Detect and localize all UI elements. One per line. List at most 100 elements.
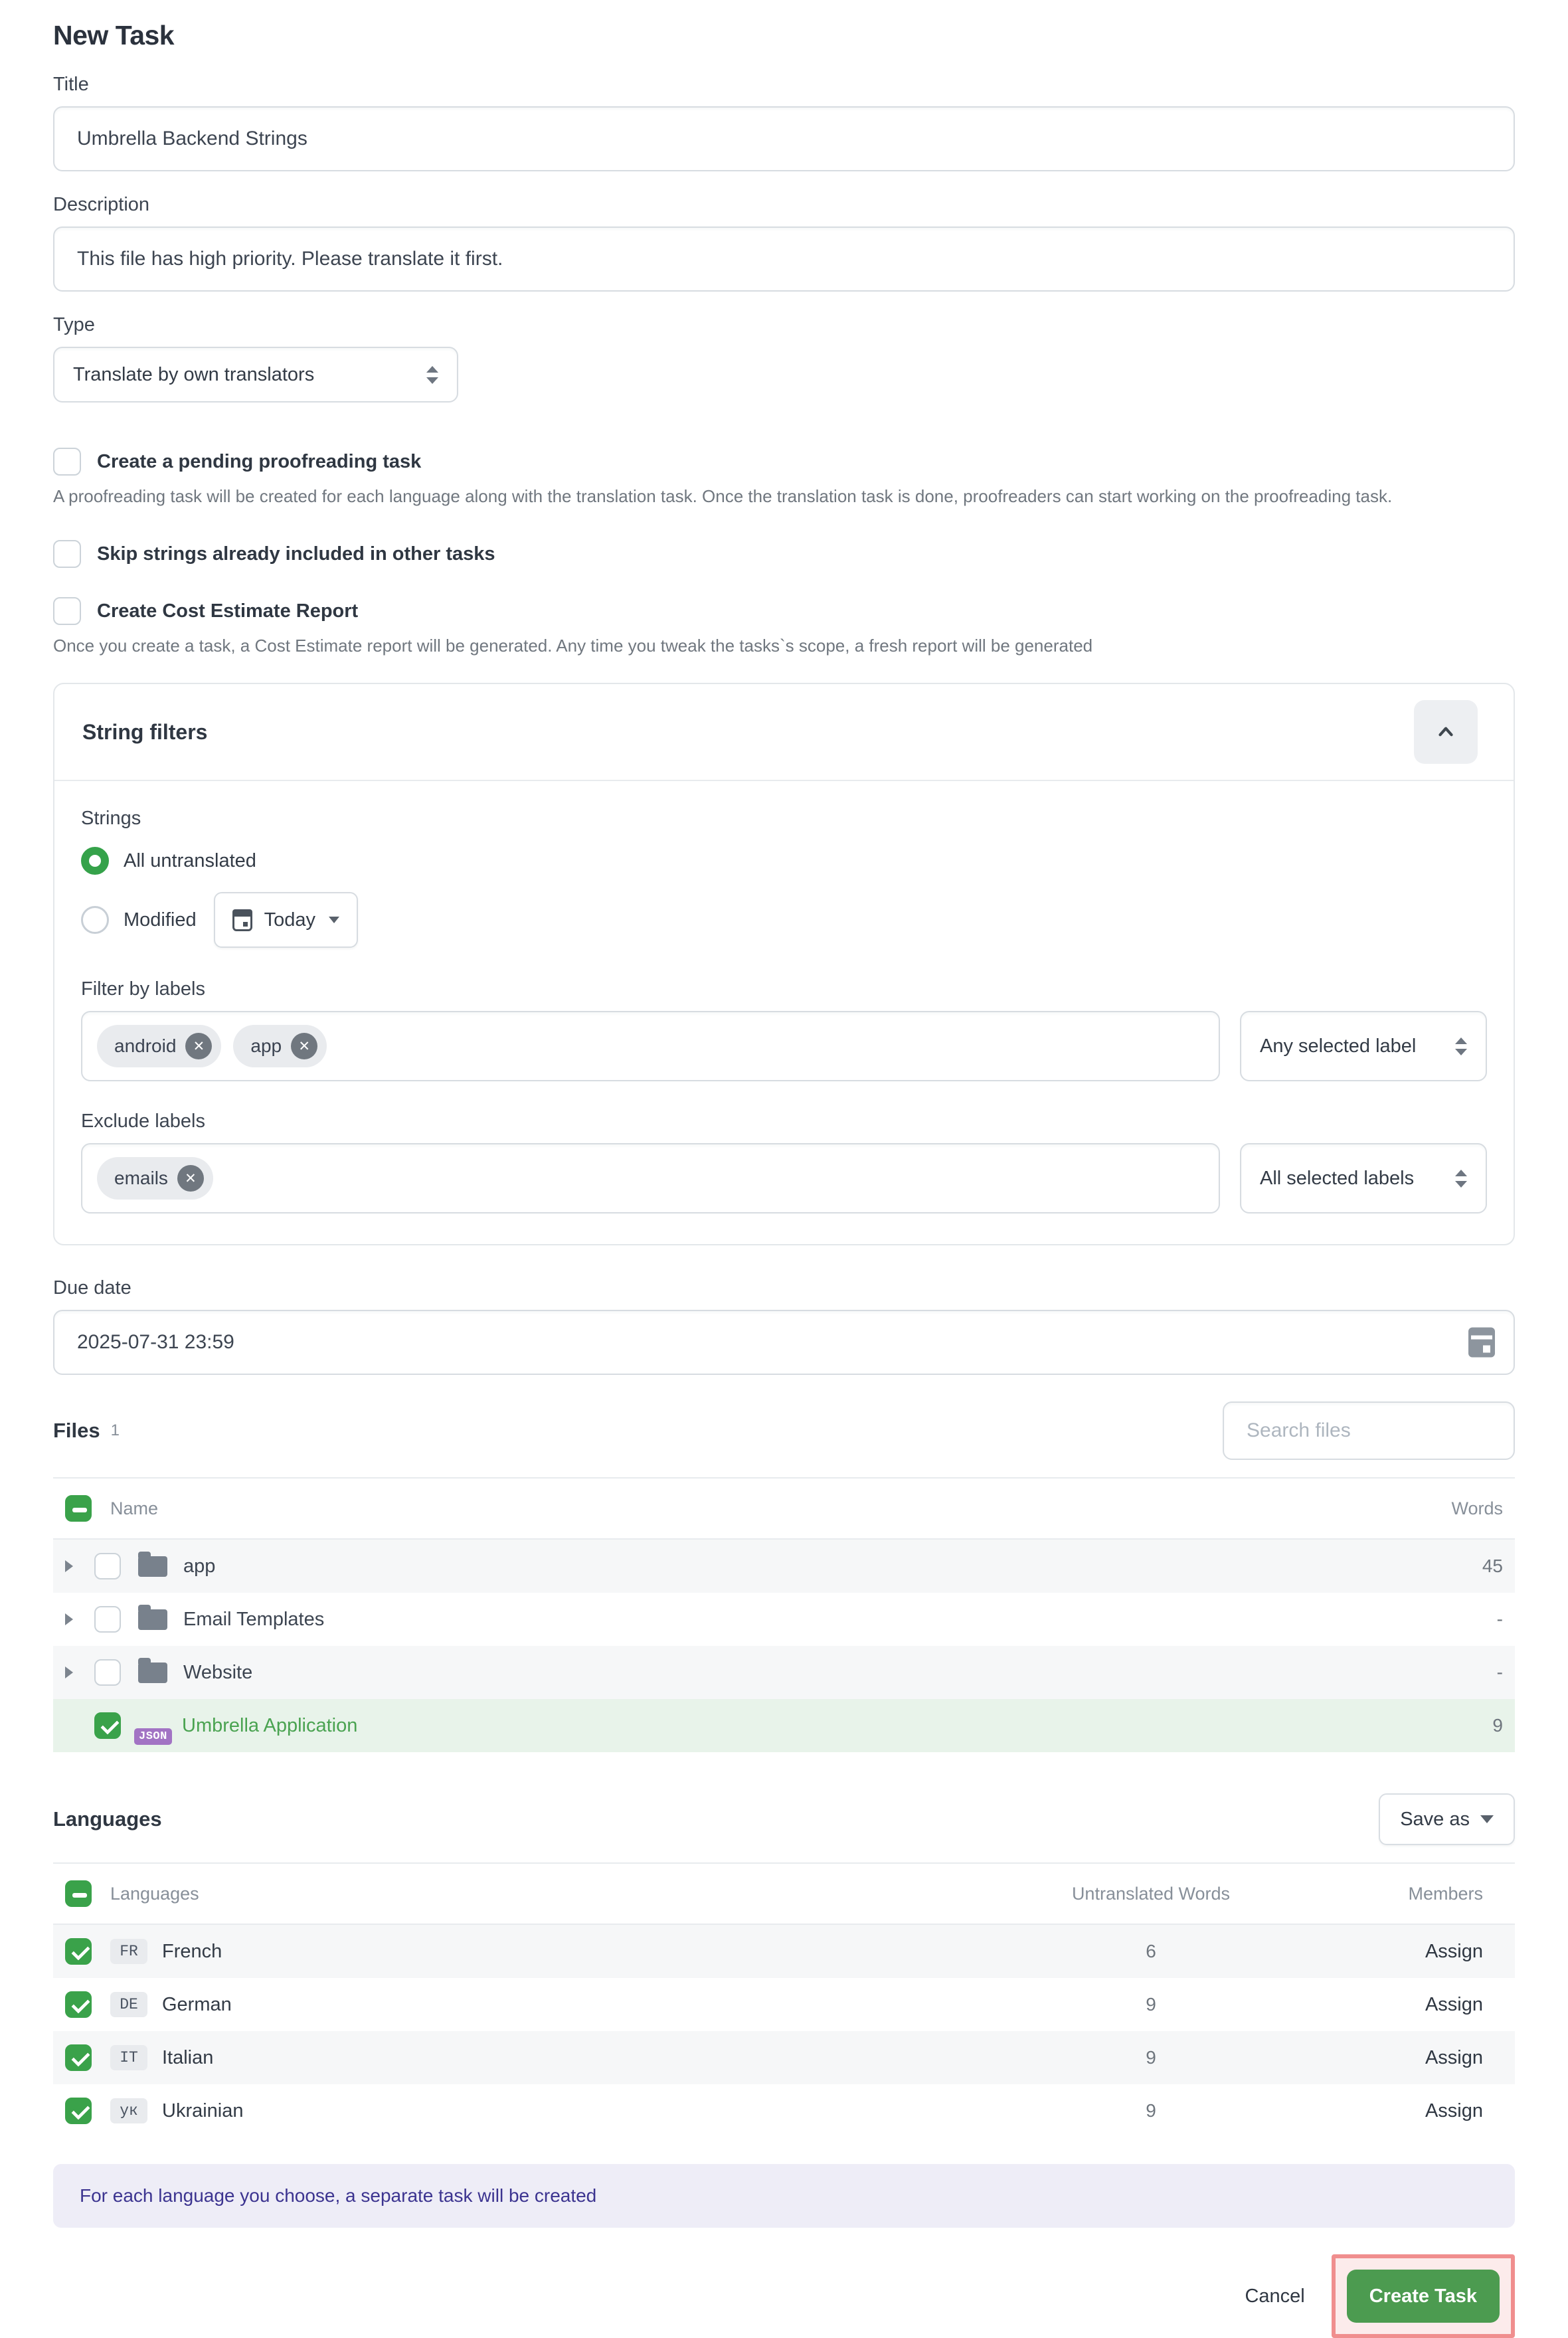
calendar-icon <box>232 909 252 931</box>
folder-icon <box>138 1609 167 1630</box>
language-checkbox[interactable] <box>65 1991 92 2018</box>
label-chip-android[interactable]: android ✕ <box>97 1025 221 1067</box>
assign-link[interactable]: Assign <box>1304 2047 1503 2069</box>
untranslated-words-column-header: Untranslated Words <box>998 1884 1304 1904</box>
select-caret-icon <box>1455 1037 1467 1055</box>
file-row-app[interactable]: app 45 <box>53 1540 1515 1593</box>
highlight-box: Create Task <box>1332 2254 1515 2338</box>
exclude-labels-input[interactable]: emails ✕ <box>81 1143 1220 1214</box>
all-untranslated-radio[interactable] <box>81 847 109 875</box>
file-name: Umbrella Application <box>182 1715 1492 1737</box>
save-as-label: Save as <box>1400 1809 1470 1831</box>
json-badge: JSON <box>134 1728 172 1745</box>
exclude-labels-mode-value: All selected labels <box>1260 1168 1414 1190</box>
modified-radio[interactable] <box>81 906 109 934</box>
modified-radio-row[interactable]: Modified Today <box>81 892 1487 948</box>
cost-estimate-helper-text: Once you create a task, a Cost Estimate … <box>53 636 1515 656</box>
remove-chip-icon[interactable]: ✕ <box>291 1033 317 1059</box>
exclude-labels-label: Exclude labels <box>81 1111 1487 1132</box>
chip-text: android <box>114 1035 176 1057</box>
remove-chip-icon[interactable]: ✕ <box>177 1165 204 1192</box>
calendar-icon[interactable] <box>1468 1328 1495 1358</box>
strings-label: Strings <box>81 808 1487 830</box>
exclude-labels-mode-select[interactable]: All selected labels <box>1240 1143 1487 1214</box>
skip-strings-checkbox-label: Skip strings already included in other t… <box>97 543 495 565</box>
label-chip-emails[interactable]: emails ✕ <box>97 1157 213 1200</box>
file-row-umbrella-application[interactable]: JSON Umbrella Application 9 <box>53 1699 1515 1752</box>
language-row-german[interactable]: DE German 9 Assign <box>53 1978 1515 2031</box>
new-task-form: New Task Title Description Type Translat… <box>53 0 1515 2338</box>
file-name: Email Templates <box>183 1609 1497 1631</box>
all-untranslated-radio-row[interactable]: All untranslated <box>81 847 1487 875</box>
language-name: German <box>162 1994 232 2016</box>
file-checkbox[interactable] <box>94 1606 121 1633</box>
untranslated-count: 9 <box>998 2100 1304 2121</box>
select-caret-icon <box>1455 1170 1467 1188</box>
language-row-ukrainian[interactable]: ук Ukrainian 9 Assign <box>53 2084 1515 2137</box>
assign-link[interactable]: Assign <box>1304 2100 1503 2122</box>
filter-labels-input[interactable]: android ✕ app ✕ <box>81 1011 1220 1081</box>
search-files-input[interactable] <box>1223 1401 1515 1460</box>
due-date-input[interactable] <box>53 1310 1515 1375</box>
string-filters-header: String filters <box>54 684 1514 781</box>
file-checkbox[interactable] <box>94 1659 121 1686</box>
file-checkbox[interactable] <box>94 1712 121 1739</box>
cost-estimate-checkbox-row[interactable]: Create Cost Estimate Report <box>53 597 1515 625</box>
type-select[interactable]: Translate by own translators <box>53 347 458 403</box>
file-row-email-templates[interactable]: Email Templates - <box>53 1593 1515 1646</box>
language-row-italian[interactable]: IT Italian 9 Assign <box>53 2031 1515 2084</box>
modified-range-button[interactable]: Today <box>214 892 358 948</box>
languages-table: Languages Untranslated Words Members FR … <box>53 1862 1515 2137</box>
proofreading-checkbox-row[interactable]: Create a pending proofreading task <box>53 448 1515 476</box>
save-as-button[interactable]: Save as <box>1379 1793 1515 1845</box>
untranslated-count: 9 <box>998 1994 1304 2015</box>
untranslated-count: 9 <box>998 2047 1304 2068</box>
language-name: Ukrainian <box>162 2100 244 2122</box>
language-code-badge: DE <box>110 1992 147 2017</box>
chevron-right-icon[interactable] <box>65 1560 73 1572</box>
language-code-badge: ук <box>110 2098 147 2123</box>
members-column-header: Members <box>1304 1884 1503 1904</box>
file-row-website[interactable]: Website - <box>53 1646 1515 1699</box>
files-count-badge: 1 <box>111 1421 120 1440</box>
file-words: 9 <box>1492 1715 1503 1736</box>
assign-link[interactable]: Assign <box>1304 1994 1503 2016</box>
proofreading-checkbox[interactable] <box>53 448 81 476</box>
proofreading-checkbox-label: Create a pending proofreading task <box>97 451 421 473</box>
language-checkbox[interactable] <box>65 1938 92 1965</box>
skip-strings-checkbox[interactable] <box>53 540 81 568</box>
folder-icon <box>138 1663 167 1683</box>
language-code-badge: FR <box>110 1939 147 1964</box>
proofreading-helper-text: A proofreading task will be created for … <box>53 486 1515 507</box>
select-all-files-checkbox[interactable] <box>65 1495 92 1522</box>
caret-down-icon <box>329 917 339 923</box>
select-all-languages-checkbox[interactable] <box>65 1880 92 1907</box>
skip-strings-checkbox-row[interactable]: Skip strings already included in other t… <box>53 540 1515 568</box>
filter-by-labels-label: Filter by labels <box>81 978 1487 1000</box>
description-input[interactable] <box>53 226 1515 292</box>
file-checkbox[interactable] <box>94 1553 121 1579</box>
chevron-right-icon[interactable] <box>65 1666 73 1678</box>
collapse-button[interactable] <box>1414 700 1478 764</box>
language-checkbox[interactable] <box>65 2044 92 2071</box>
chip-text: emails <box>114 1168 168 1189</box>
remove-chip-icon[interactable]: ✕ <box>185 1033 212 1059</box>
language-name: French <box>162 1941 222 1963</box>
language-row-french[interactable]: FR French 6 Assign <box>53 1925 1515 1978</box>
file-name: app <box>183 1556 1482 1577</box>
languages-note: For each language you choose, a separate… <box>53 2164 1515 2228</box>
language-checkbox[interactable] <box>65 2098 92 2124</box>
file-name: Website <box>183 1662 1497 1684</box>
title-input[interactable] <box>53 106 1515 171</box>
chevron-right-icon[interactable] <box>65 1613 73 1625</box>
file-words: 45 <box>1482 1556 1503 1577</box>
assign-link[interactable]: Assign <box>1304 1941 1503 1963</box>
select-caret-icon <box>426 366 438 384</box>
cancel-button[interactable]: Cancel <box>1245 2286 1304 2307</box>
untranslated-count: 6 <box>998 1941 1304 1962</box>
caret-down-icon <box>1480 1815 1494 1823</box>
cost-estimate-checkbox[interactable] <box>53 597 81 625</box>
label-chip-app[interactable]: app ✕ <box>233 1025 327 1067</box>
filter-labels-mode-select[interactable]: Any selected label <box>1240 1011 1487 1081</box>
create-task-button[interactable]: Create Task <box>1347 2270 1500 2323</box>
